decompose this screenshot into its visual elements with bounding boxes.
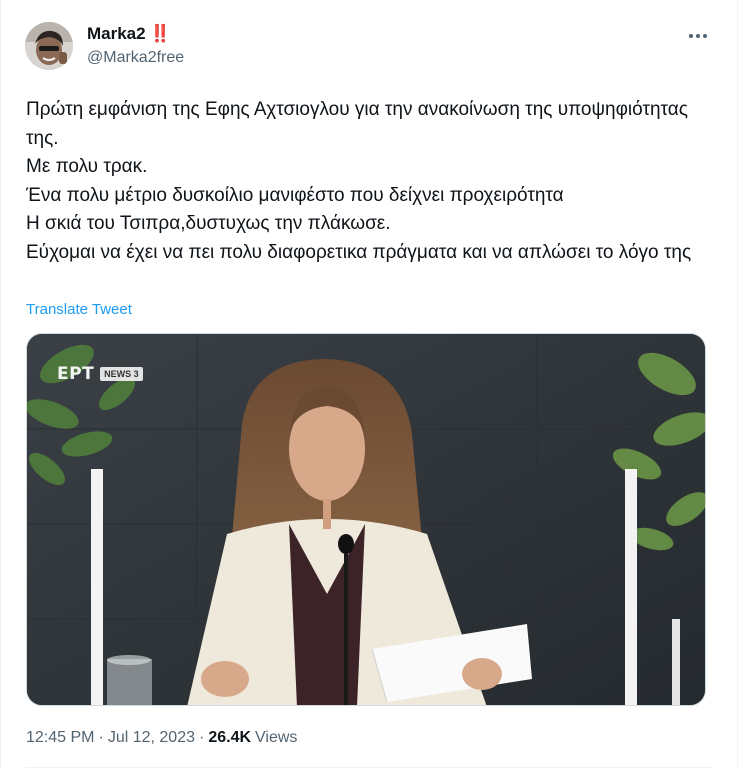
translate-tweet-link[interactable]: Translate Tweet — [26, 301, 132, 318]
views-count: 26.4K — [208, 729, 252, 746]
video-frame — [27, 334, 705, 705]
meta-separator: · — [98, 729, 104, 746]
double-exclamation-icon: ‼️ — [149, 24, 171, 43]
author-display-name[interactable]: Marka2 ‼️ — [87, 24, 184, 44]
tweet-header: Marka2 ‼️ @Marka2free — [25, 20, 715, 72]
tweet-date[interactable]: Jul 12, 2023 — [108, 729, 195, 747]
avatar-image — [25, 22, 73, 70]
tweet-card: Marka2 ‼️ @Marka2free Πρώτη εμφάνιση της… — [0, 0, 738, 770]
tweet-text-line: Ένα πολυ μέτριο δυσκοίλιο μανιφέστο που … — [26, 184, 564, 206]
views-label: Views — [255, 729, 298, 746]
tweet-text-line: Εύχομαι να έχει να πει πολυ διαφορετικα … — [26, 241, 692, 263]
divider — [26, 767, 713, 768]
tweet-video[interactable]: ΕΡΤ NEWS 3 — [26, 333, 706, 706]
display-name-text: Marka2 — [87, 24, 146, 43]
author-handle[interactable]: @Marka2free — [87, 49, 184, 67]
tweet-text-line: Με πολυ τρακ. — [26, 156, 148, 178]
tweet-text-line: Πρώτη εμφάνιση της Εφης Αχτσιογλου για τ… — [26, 99, 688, 149]
avatar[interactable] — [25, 22, 73, 70]
channel-logo: ΕΡΤ NEWS 3 — [57, 364, 143, 384]
news3-badge: NEWS 3 — [100, 367, 143, 381]
more-options-icon[interactable] — [683, 24, 713, 48]
meta-separator: · — [199, 729, 205, 746]
tweet-meta: 12:45 PM · Jul 12, 2023 · 26.4K Views — [26, 729, 297, 747]
author-names: Marka2 ‼️ @Marka2free — [87, 24, 184, 67]
tweet-text: Πρώτη εμφάνιση της Εφης Αχτσιογλου για τ… — [26, 96, 706, 268]
tweet-time[interactable]: 12:45 PM — [26, 729, 94, 747]
ert-logo-text: ΕΡΤ — [57, 364, 95, 384]
tweet-text-line: Η σκιά του Τσιπρα,δυστυχως την πλάκωσε. — [26, 213, 391, 235]
